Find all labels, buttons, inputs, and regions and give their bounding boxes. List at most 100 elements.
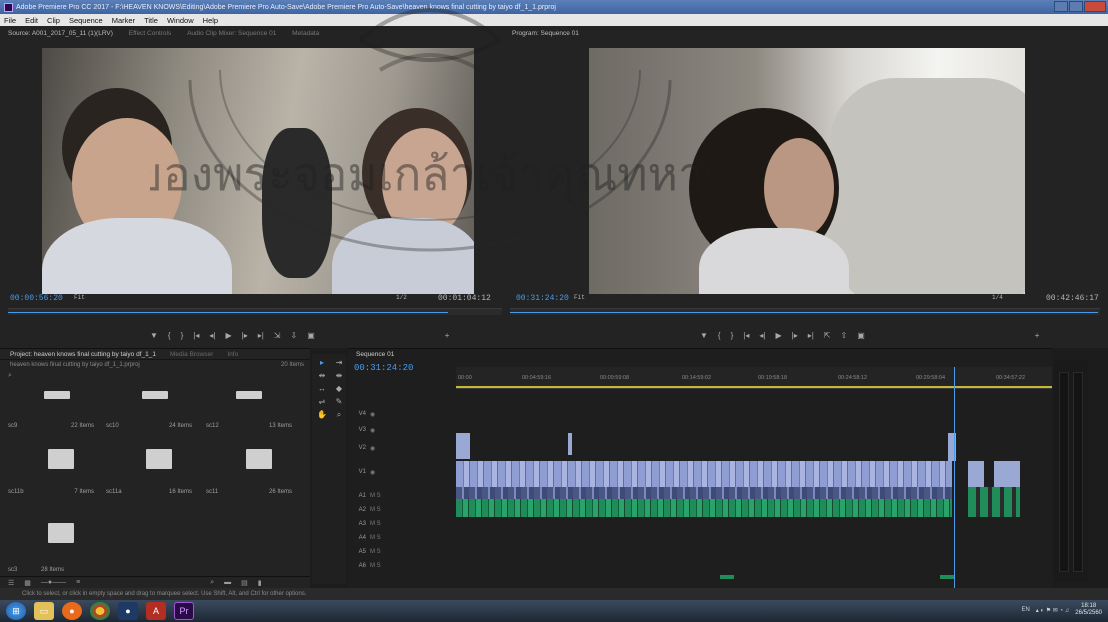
selection-tool-icon[interactable]: ▸ — [316, 358, 328, 368]
close-button[interactable] — [1084, 1, 1106, 12]
source-add-button-icon[interactable]: + — [445, 331, 450, 340]
add-marker-icon[interactable]: ▼ — [700, 331, 708, 340]
work-area-bar[interactable] — [456, 386, 1052, 388]
list-view-icon[interactable]: ☰ — [8, 579, 14, 587]
find-icon[interactable]: ⌕ — [210, 579, 214, 587]
chrome-icon[interactable] — [90, 602, 110, 620]
mute-icon[interactable]: M S — [370, 535, 381, 541]
mute-icon[interactable]: M S — [370, 507, 381, 513]
menu-file[interactable]: File — [4, 16, 16, 25]
playhead[interactable] — [954, 367, 955, 589]
menu-title[interactable]: Title — [144, 16, 158, 25]
a2-clips[interactable] — [456, 499, 952, 517]
icon-view-icon[interactable]: ▦ — [24, 579, 31, 587]
add-marker-icon[interactable]: ▼ — [150, 331, 158, 340]
track-a2[interactable]: A2 M S — [348, 503, 456, 517]
tab-program-monitor[interactable]: Program: Sequence 01 — [512, 30, 579, 37]
lift-icon[interactable]: ⇱ — [824, 331, 831, 340]
mark-in-icon[interactable]: { — [718, 331, 721, 340]
a6-clip[interactable] — [720, 575, 734, 579]
slip-tool-icon[interactable]: ⇌ — [316, 397, 328, 407]
source-fit-dropdown[interactable]: Fit — [74, 294, 85, 301]
chrome-window-icon[interactable]: ● — [118, 602, 138, 620]
menu-window[interactable]: Window — [167, 16, 194, 25]
new-bin-icon[interactable]: ▬ — [224, 579, 231, 586]
menu-sequence[interactable]: Sequence — [69, 16, 103, 25]
track-a4[interactable]: A4 M S — [348, 531, 456, 545]
a6-clip[interactable] — [940, 575, 954, 579]
insert-icon[interactable]: ⇲ — [274, 331, 281, 340]
menu-edit[interactable]: Edit — [25, 16, 38, 25]
track-v4[interactable]: V4 ◉ — [348, 407, 456, 421]
taskbar-clock[interactable]: 18:18 26/5/2560 — [1075, 603, 1102, 617]
program-timecode[interactable]: 00:31:24:20 — [516, 294, 569, 303]
step-forward-icon[interactable]: |▸ — [792, 331, 798, 340]
extract-icon[interactable]: ⇧ — [841, 331, 848, 340]
maximize-button[interactable] — [1069, 1, 1083, 12]
mute-icon[interactable]: M S — [370, 493, 381, 499]
minimize-button[interactable] — [1054, 1, 1068, 12]
program-resolution-dropdown[interactable]: 1/4 — [992, 294, 1003, 301]
tab-info[interactable]: Info — [227, 351, 238, 358]
rolling-edit-tool-icon[interactable]: ⇼ — [333, 371, 345, 381]
export-frame-icon[interactable]: ▣ — [857, 331, 865, 340]
bin-sc11b[interactable]: sc11b 7 Items — [8, 449, 94, 495]
track-v1[interactable]: V1 ◉ — [348, 465, 456, 479]
firefox-icon[interactable]: ● — [62, 602, 82, 620]
zoom-tool-icon[interactable]: ⌕ — [333, 410, 345, 420]
bin-sc9[interactable]: sc9 22 Items — [8, 415, 94, 429]
premiere-taskbar-icon[interactable]: Pr — [174, 602, 194, 620]
tray-icons[interactable]: ▴ ◐ ⚑ ✉ ◔ ♫ — [1036, 607, 1070, 614]
v1-clip[interactable] — [968, 461, 984, 487]
eye-icon[interactable]: ◉ — [370, 427, 375, 434]
program-monitor-frame[interactable] — [589, 48, 1025, 294]
menu-clip[interactable]: Clip — [47, 16, 60, 25]
new-item-icon[interactable]: ▤ — [241, 579, 248, 587]
tab-effect-controls[interactable]: Effect Controls — [129, 30, 172, 37]
program-scrub-bar[interactable] — [510, 308, 1100, 315]
go-to-out-icon[interactable]: ▸| — [808, 331, 814, 340]
play-icon[interactable]: ▶ — [225, 331, 231, 340]
mute-icon[interactable]: M S — [370, 549, 381, 555]
track-a5[interactable]: A5 M S — [348, 545, 456, 559]
tab-media-browser[interactable]: Media Browser — [170, 351, 213, 358]
sort-icon[interactable]: ≡ — [76, 579, 80, 586]
go-to-in-icon[interactable]: |◂ — [743, 331, 749, 340]
tab-audio-clip-mixer[interactable]: Audio Clip Mixer: Sequence 01 — [187, 30, 276, 37]
source-scrub-bar[interactable] — [8, 308, 502, 315]
pen-tool-icon[interactable]: ✎ — [333, 397, 345, 407]
source-monitor-frame[interactable] — [42, 48, 474, 294]
program-fit-dropdown[interactable]: Fit — [574, 294, 585, 301]
rate-stretch-tool-icon[interactable]: ↔ — [316, 384, 328, 394]
timeline-timecode[interactable]: 00:31:24:20 — [354, 363, 413, 373]
v3-clip[interactable] — [568, 433, 572, 455]
acrobat-icon[interactable]: A — [146, 602, 166, 620]
overwrite-icon[interactable]: ⇩ — [291, 331, 298, 340]
eye-icon[interactable]: ◉ — [370, 445, 375, 452]
track-a3[interactable]: A3 M S — [348, 517, 456, 531]
start-button-icon[interactable]: ⊞ — [6, 602, 26, 620]
track-a1[interactable]: A1 M S — [348, 489, 456, 503]
step-back-icon[interactable]: ◂| — [209, 331, 215, 340]
track-select-tool-icon[interactable]: ⇥ — [333, 358, 345, 368]
language-indicator[interactable]: EN — [1021, 607, 1029, 613]
audio-clips-end[interactable] — [968, 487, 1020, 517]
v1-clips[interactable] — [456, 461, 952, 487]
bin-sc11a[interactable]: sc11a 16 Items — [106, 449, 192, 495]
mark-in-icon[interactable]: { — [168, 331, 171, 340]
bin-sc11[interactable]: sc11 26 Items — [206, 449, 292, 495]
tab-source-monitor[interactable]: Source: A001_2017_05_11 (1)(LRV) — [8, 30, 113, 37]
file-explorer-icon[interactable]: ▭ — [34, 602, 54, 620]
tab-sequence[interactable]: Sequence 01 — [356, 351, 394, 358]
mute-icon[interactable]: M S — [370, 563, 381, 569]
menu-marker[interactable]: Marker — [112, 16, 135, 25]
export-frame-icon[interactable]: ▣ — [307, 331, 315, 340]
project-search-icon[interactable]: ⌕ — [8, 372, 12, 380]
v3-clip[interactable] — [456, 433, 470, 459]
eye-icon[interactable]: ◉ — [370, 469, 375, 476]
zoom-slider[interactable]: —●—— — [41, 579, 66, 586]
step-forward-icon[interactable]: |▸ — [242, 331, 248, 340]
razor-tool-icon[interactable]: ◆ — [333, 384, 345, 394]
ripple-edit-tool-icon[interactable]: ⇹ — [316, 371, 328, 381]
hand-tool-icon[interactable]: ✋ — [316, 410, 328, 420]
